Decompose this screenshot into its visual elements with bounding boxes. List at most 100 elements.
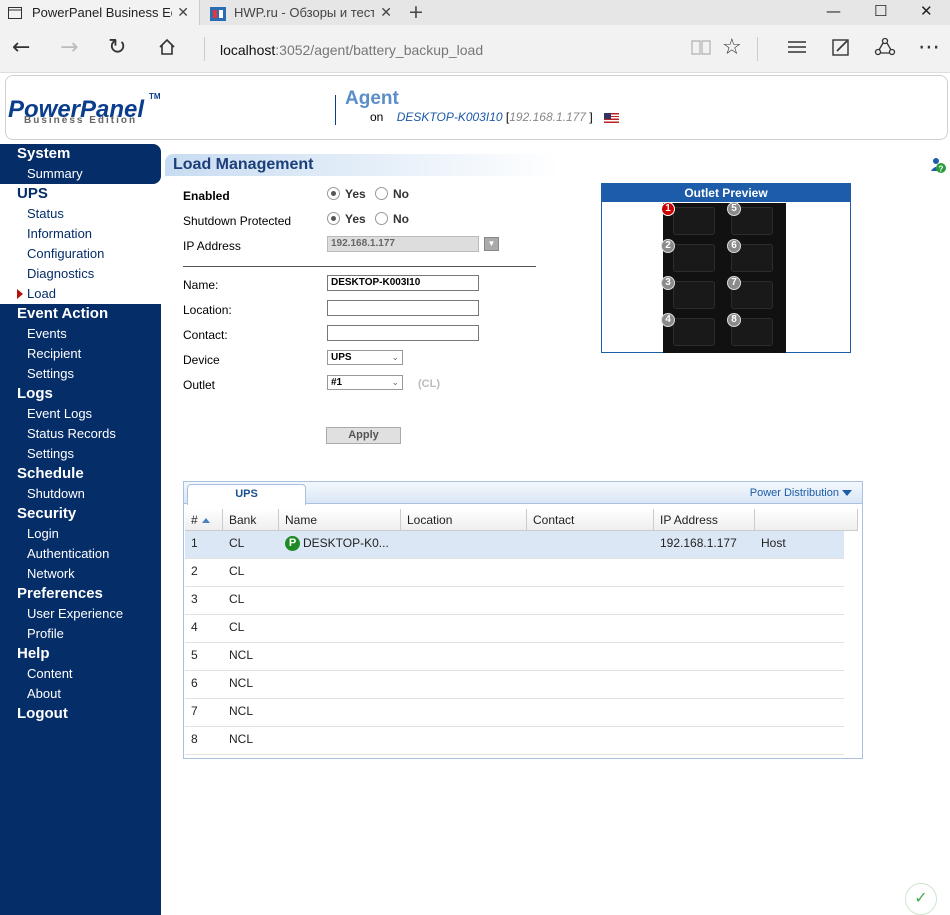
sidebar-item-event-logs[interactable]: Event Logs: [0, 404, 161, 424]
apply-button[interactable]: Apply: [326, 427, 401, 444]
refresh-icon[interactable]: ↻: [108, 35, 126, 61]
tab-ups[interactable]: UPS: [187, 484, 306, 505]
column-header-label: Name: [285, 513, 318, 527]
cell-bank: NCL: [223, 727, 279, 755]
browser-tab-powerpanel[interactable]: PowerPanel Business Ed ✕: [0, 0, 200, 25]
table-row[interactable]: 5 NCL: [185, 643, 844, 671]
sidebar-item-label: Configuration: [27, 246, 105, 261]
close-tab-icon[interactable]: ✕: [380, 4, 392, 21]
sidebar-item-recipient[interactable]: Recipient: [0, 344, 161, 364]
browser-tab-hwp[interactable]: HWP.ru - Обзоры и тесты к ✕: [202, 0, 402, 25]
sidebar-item-status-records[interactable]: Status Records: [0, 424, 161, 444]
sidebar-item-label: Shutdown: [27, 486, 85, 501]
help-user-icon[interactable]: ?: [929, 157, 946, 174]
ip-address-field[interactable]: 192.168.1.177: [327, 236, 479, 252]
sidebar-group-system[interactable]: System: [0, 144, 161, 164]
cell-text: NCL: [229, 704, 254, 718]
url-path: :3052/agent/battery_backup_load: [275, 42, 484, 58]
sidebar-item-summary[interactable]: Summary: [0, 164, 161, 184]
outlet-socket[interactable]: [673, 207, 715, 235]
more-icon[interactable]: ⋯: [918, 35, 940, 61]
web-note-icon[interactable]: [831, 37, 851, 64]
cell-location: [401, 699, 527, 727]
sidebar-item-settings[interactable]: Settings: [0, 444, 161, 464]
outlet-socket[interactable]: [673, 244, 715, 272]
sidebar-item-authentication[interactable]: Authentication: [0, 544, 161, 564]
outlet-select[interactable]: #1 ⌄: [327, 375, 403, 390]
forward-icon[interactable]: →: [60, 35, 78, 61]
shutdown-yes-label: Yes: [345, 212, 366, 226]
enabled-yes-radio[interactable]: [327, 187, 340, 200]
column-header[interactable]: #: [185, 509, 223, 531]
location-field[interactable]: [327, 300, 479, 316]
ip-dropdown-icon[interactable]: ▼: [484, 237, 499, 251]
shutdown-yes-radio[interactable]: [327, 212, 340, 225]
sidebar-group-event-action[interactable]: Event Action: [0, 304, 161, 324]
sidebar-item-settings[interactable]: Settings: [0, 364, 161, 384]
table-row[interactable]: 4 CL: [185, 615, 844, 643]
new-tab-icon[interactable]: +: [408, 1, 424, 23]
sidebar-item-network[interactable]: Network: [0, 564, 161, 584]
cell-ip: [654, 587, 755, 615]
agent-hostname[interactable]: DESKTOP-K003I10: [397, 110, 503, 124]
column-header[interactable]: Location: [401, 509, 527, 531]
shutdown-no-radio[interactable]: [375, 212, 388, 225]
power-distribution-menu[interactable]: Power Distribution: [750, 487, 852, 499]
table-row[interactable]: 6 NCL: [185, 671, 844, 699]
close-window-icon[interactable]: ✕: [920, 2, 933, 20]
back-icon[interactable]: ←: [12, 35, 30, 61]
column-header[interactable]: [755, 509, 858, 531]
table-row[interactable]: 1 CL P DESKTOP-K0... 192.168.1.177 Host: [185, 531, 844, 559]
sidebar-item-diagnostics[interactable]: Diagnostics: [0, 264, 161, 284]
cell-ip: [654, 643, 755, 671]
table-row[interactable]: 8 NCL: [185, 727, 844, 755]
device-select[interactable]: UPS ⌄: [327, 350, 403, 365]
sidebar-group-ups[interactable]: UPS: [0, 184, 161, 204]
name-field[interactable]: DESKTOP-K003I10: [327, 275, 479, 291]
sidebar-item-user-experience[interactable]: User Experience: [0, 604, 161, 624]
sidebar-item-load[interactable]: Load: [0, 284, 161, 304]
sidebar-item-shutdown[interactable]: Shutdown: [0, 484, 161, 504]
sidebar-group-security[interactable]: Security: [0, 504, 161, 524]
column-header[interactable]: Bank: [223, 509, 279, 531]
favorite-star-icon[interactable]: ☆: [722, 35, 742, 61]
sidebar-item-events[interactable]: Events: [0, 324, 161, 344]
sidebar-item-login[interactable]: Login: [0, 524, 161, 544]
sidebar-item-status[interactable]: Status: [0, 204, 161, 224]
maximize-icon[interactable]: ☐: [874, 2, 887, 20]
location-label: Location:: [183, 303, 232, 317]
sidebar-group-logs[interactable]: Logs: [0, 384, 161, 404]
sidebar-item-label: Summary: [27, 166, 83, 181]
close-tab-icon[interactable]: ✕: [177, 4, 189, 21]
column-header[interactable]: Contact: [527, 509, 654, 531]
column-header[interactable]: IP Address: [654, 509, 755, 531]
sidebar-item-content[interactable]: Content: [0, 664, 161, 684]
sidebar-group-schedule[interactable]: Schedule: [0, 464, 161, 484]
minimize-icon[interactable]: —: [826, 2, 841, 20]
reading-view-icon[interactable]: [690, 37, 712, 64]
table-row[interactable]: 2 CL: [185, 559, 844, 587]
sidebar-group-preferences[interactable]: Preferences: [0, 584, 161, 604]
outlet-socket[interactable]: [673, 281, 715, 309]
cell-type: [755, 559, 858, 587]
column-header-label: Location: [407, 513, 453, 527]
home-icon[interactable]: [157, 37, 177, 64]
table-row[interactable]: 3 CL: [185, 587, 844, 615]
cell-contact: [527, 615, 654, 643]
enabled-no-radio[interactable]: [375, 187, 388, 200]
hub-icon[interactable]: [786, 37, 808, 64]
sidebar-item-about[interactable]: About: [0, 684, 161, 704]
sidebar-group-help[interactable]: Help: [0, 644, 161, 664]
contact-field[interactable]: [327, 325, 479, 341]
sidebar-item-information[interactable]: Information: [0, 224, 161, 244]
outlet-socket[interactable]: [673, 318, 715, 346]
shield-check-icon[interactable]: ✓: [905, 883, 937, 915]
sidebar-group-logout[interactable]: Logout: [0, 704, 161, 724]
share-icon[interactable]: [874, 37, 896, 64]
column-header[interactable]: Name: [279, 509, 401, 531]
table-row[interactable]: 7 NCL: [185, 699, 844, 727]
sidebar-item-profile[interactable]: Profile: [0, 624, 161, 644]
address-bar[interactable]: localhost:3052/agent/battery_backup_load: [220, 42, 483, 58]
sidebar-item-label: Event Logs: [27, 406, 93, 421]
sidebar-item-configuration[interactable]: Configuration: [0, 244, 161, 264]
